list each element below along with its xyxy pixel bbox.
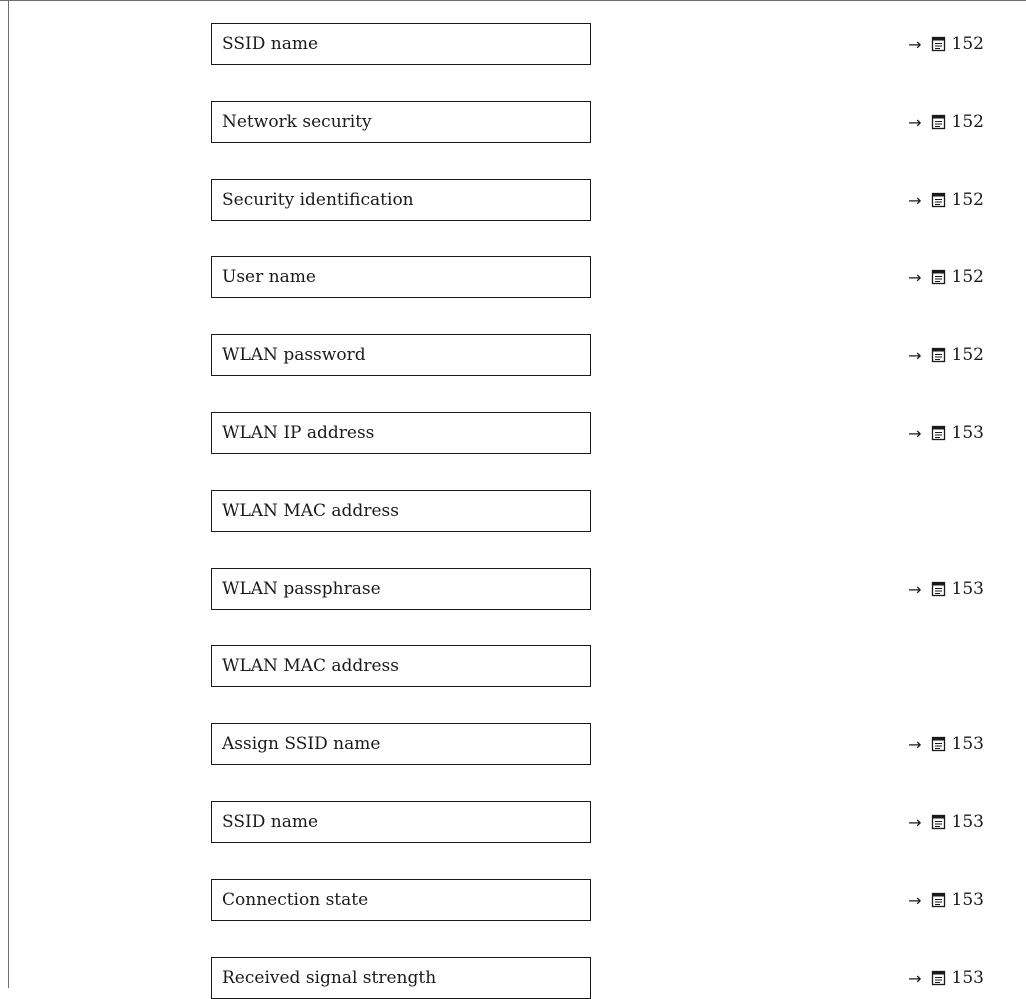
arrow-right-icon: → [908,968,922,988]
page-reference[interactable]: → 152 [908,179,984,221]
arrow-right-icon: → [908,34,922,54]
arrow-right-icon: → [908,579,922,599]
parameter-row: WLAN password → 152 [0,334,1026,376]
page-number: 153 [951,734,984,754]
parameter-label: SSID name [222,34,319,54]
page-reference-icon [931,736,946,752]
arrow-right-icon: → [908,190,922,210]
parameter-row: Security identification → 152 [0,179,1026,221]
page-reference[interactable]: → 153 [908,568,984,610]
parameter-label: SSID name [222,812,319,832]
parameter-row: SSID name → 152 [0,23,1026,65]
parameter-label: WLAN passphrase [222,579,381,599]
page-reference-icon [931,269,946,285]
parameter-row: User name → 152 [0,256,1026,298]
page-reference[interactable]: → 152 [908,23,984,65]
page-reference-icon [931,814,946,830]
arrow-right-icon: → [908,423,922,443]
page-number: 153 [951,423,984,443]
page-reference-icon [931,892,946,908]
parameter-box: Network security [211,101,591,143]
page-reference-icon [931,192,946,208]
parameter-box: WLAN passphrase [211,568,591,610]
parameter-label: Connection state [222,890,369,910]
parameter-label: User name [222,267,316,287]
page-reference[interactable]: → 153 [908,801,984,843]
page-number: 152 [951,190,984,210]
page-number: 152 [951,112,984,132]
arrow-right-icon: → [908,345,922,365]
page-reference[interactable]: → 152 [908,334,984,376]
page-reference[interactable]: → 152 [908,256,984,298]
parameter-label: WLAN MAC address [222,656,399,676]
parameter-row: Assign SSID name → 153 [0,723,1026,765]
parameter-box: Assign SSID name [211,723,591,765]
document-frame: SSID name → 152 Network security → 152 S… [0,0,1026,999]
parameter-row: WLAN IP address → 153 [0,412,1026,454]
page-number: 152 [951,267,984,287]
parameter-box: User name [211,256,591,298]
page-number: 153 [951,968,984,988]
page-number: 153 [951,890,984,910]
parameter-box: WLAN MAC address [211,645,591,687]
page-reference[interactable]: → 153 [908,412,984,454]
parameter-row: WLAN passphrase → 153 [0,568,1026,610]
parameter-label: WLAN password [222,345,366,365]
parameter-row: Network security → 152 [0,101,1026,143]
parameter-box: SSID name [211,23,591,65]
parameter-label: Assign SSID name [222,734,381,754]
arrow-right-icon: → [908,267,922,287]
parameter-box: WLAN password [211,334,591,376]
parameter-label: WLAN MAC address [222,501,399,521]
page-number: 153 [951,812,984,832]
page-reference-icon [931,581,946,597]
parameter-label: Network security [222,112,372,132]
page-reference[interactable]: → 153 [908,723,984,765]
arrow-right-icon: → [908,734,922,754]
page-number: 152 [951,34,984,54]
page-number: 152 [951,345,984,365]
parameter-label: Received signal strength [222,968,437,988]
parameter-row: Connection state → 153 [0,879,1026,921]
page-number: 153 [951,579,984,599]
parameter-box: Received signal strength [211,957,591,999]
page-reference-icon [931,970,946,986]
parameter-box: SSID name [211,801,591,843]
parameter-box: WLAN IP address [211,412,591,454]
parameter-box: WLAN MAC address [211,490,591,532]
page-reference-icon [931,425,946,441]
arrow-right-icon: → [908,890,922,910]
parameter-box: Security identification [211,179,591,221]
parameter-row: WLAN MAC address [0,490,1026,532]
parameter-row: Received signal strength → 153 [0,957,1026,999]
page-reference[interactable]: → 153 [908,879,984,921]
parameter-label: Security identification [222,190,414,210]
parameter-row: SSID name → 153 [0,801,1026,843]
arrow-right-icon: → [908,112,922,132]
arrow-right-icon: → [908,812,922,832]
frame-top-rule [0,0,1026,1]
parameter-box: Connection state [211,879,591,921]
parameter-label: WLAN IP address [222,423,375,443]
page-reference-icon [931,36,946,52]
page-reference[interactable]: → 152 [908,101,984,143]
page-reference[interactable]: → 153 [908,957,984,999]
parameter-row: WLAN MAC address [0,645,1026,687]
page-reference-icon [931,114,946,130]
page-reference-icon [931,347,946,363]
